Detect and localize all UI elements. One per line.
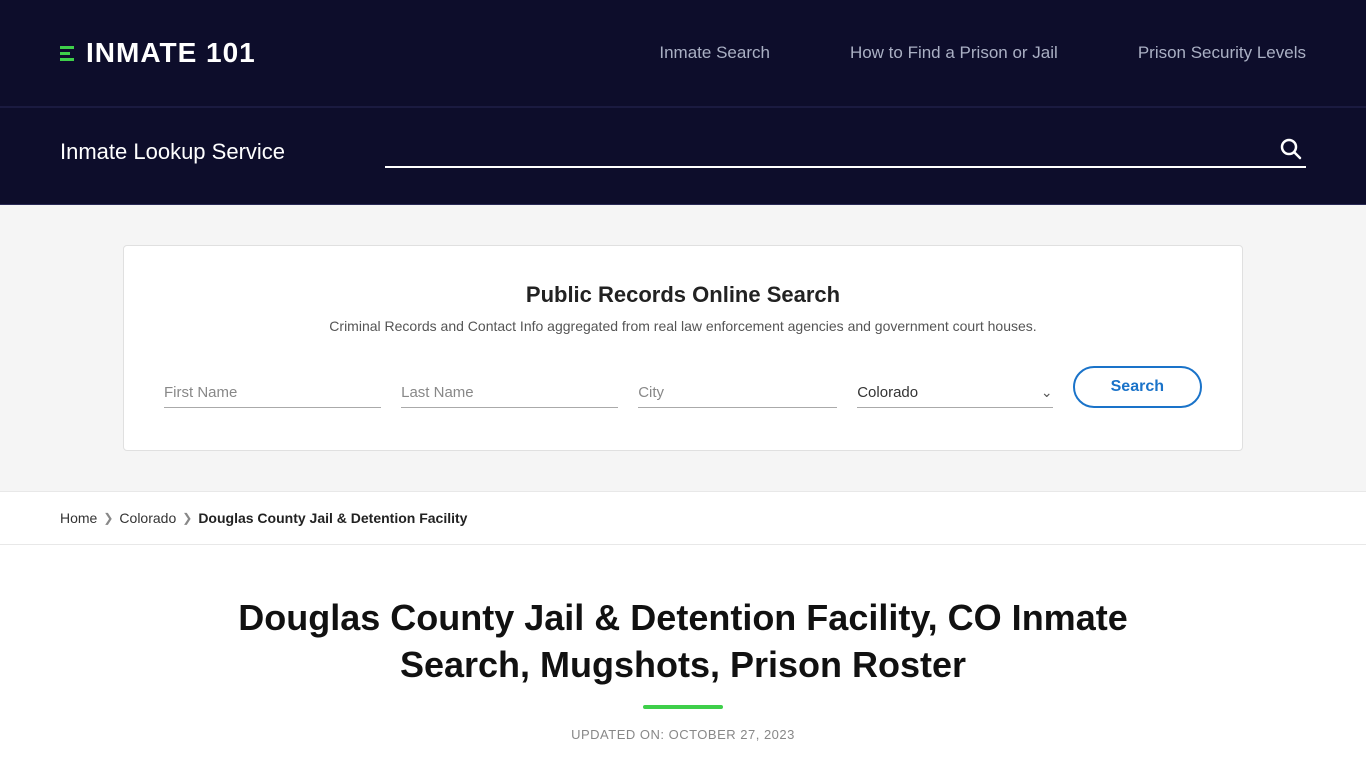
search-box-title: Public Records Online Search (164, 282, 1202, 308)
lookup-service-label: Inmate Lookup Service (60, 139, 285, 165)
nav-link-inmate-search[interactable]: Inmate Search (659, 43, 770, 63)
breadcrumb-current: Douglas County Jail & Detention Facility (198, 510, 467, 526)
lookup-search-input[interactable] (385, 138, 1274, 159)
nav-links: Inmate Search How to Find a Prison or Ja… (659, 43, 1306, 63)
title-underline (643, 705, 723, 709)
breadcrumb-home[interactable]: Home (60, 510, 97, 526)
city-field (638, 378, 837, 408)
state-field: AlabamaAlaskaArizonaArkansasCaliforniaCo… (857, 384, 1052, 408)
last-name-field (401, 378, 618, 408)
breadcrumb-chevron-1: ❯ (103, 511, 113, 525)
breadcrumb-chevron-2: ❯ (182, 511, 192, 525)
search-bar-section: Inmate Lookup Service (0, 108, 1366, 205)
page-updated: UPDATED ON: OCTOBER 27, 2023 (60, 727, 1306, 742)
lookup-search-container (385, 136, 1306, 168)
search-box-subtitle: Criminal Records and Contact Info aggreg… (164, 318, 1202, 334)
nav-link-security-levels[interactable]: Prison Security Levels (1138, 43, 1306, 63)
breadcrumb: Home ❯ Colorado ❯ Douglas County Jail & … (60, 510, 1306, 526)
search-icon (1278, 136, 1302, 160)
search-form: AlabamaAlaskaArizonaArkansasCaliforniaCo… (164, 366, 1202, 408)
main-content-area: Public Records Online Search Criminal Re… (0, 205, 1366, 491)
city-input[interactable] (638, 378, 837, 408)
state-select-wrapper: AlabamaAlaskaArizonaArkansasCaliforniaCo… (857, 384, 1052, 408)
search-button[interactable]: Search (1073, 366, 1202, 408)
logo[interactable]: INMATE 101 (60, 37, 256, 69)
page-content: Douglas County Jail & Detention Facility… (0, 545, 1366, 782)
page-title: Douglas County Jail & Detention Facility… (233, 595, 1133, 689)
top-navigation: INMATE 101 Inmate Search How to Find a P… (0, 0, 1366, 108)
logo-text: INMATE 101 (86, 37, 256, 69)
logo-icon (60, 46, 74, 61)
last-name-input[interactable] (401, 378, 618, 408)
first-name-input[interactable] (164, 378, 381, 408)
lookup-search-button[interactable] (1274, 136, 1306, 160)
public-records-search-box: Public Records Online Search Criminal Re… (123, 245, 1243, 451)
nav-link-find-prison[interactable]: How to Find a Prison or Jail (850, 43, 1058, 63)
state-select[interactable]: AlabamaAlaskaArizonaArkansasCaliforniaCo… (857, 384, 1041, 401)
first-name-field (164, 378, 381, 408)
chevron-down-icon: ⌄ (1041, 384, 1053, 401)
breadcrumb-section: Home ❯ Colorado ❯ Douglas County Jail & … (0, 491, 1366, 545)
breadcrumb-state[interactable]: Colorado (119, 510, 176, 526)
